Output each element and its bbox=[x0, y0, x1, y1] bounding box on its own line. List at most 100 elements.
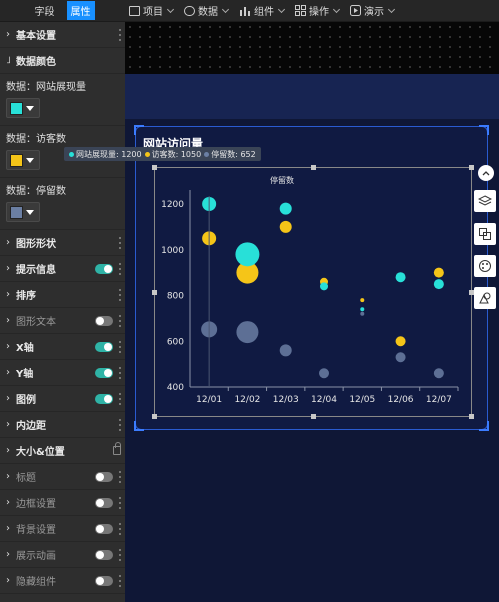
chevron-right-icon: › bbox=[6, 575, 10, 586]
color-picker[interactable] bbox=[6, 202, 40, 222]
resize-handle[interactable] bbox=[311, 414, 316, 419]
toggle-switch[interactable] bbox=[95, 316, 113, 326]
design-canvas[interactable]: 网站访问量 bbox=[125, 22, 499, 602]
drag-handle-icon[interactable] bbox=[118, 575, 121, 587]
color-picker[interactable] bbox=[6, 150, 40, 170]
toggle-switch[interactable] bbox=[95, 472, 113, 482]
toggle-switch[interactable] bbox=[95, 550, 113, 560]
layers-icon[interactable] bbox=[474, 190, 496, 212]
drag-handle-icon[interactable] bbox=[118, 263, 121, 275]
resize-handle[interactable] bbox=[469, 414, 474, 419]
resize-handle[interactable] bbox=[152, 290, 157, 295]
tooltip-item: 访客数: 1050 bbox=[144, 149, 201, 160]
drag-handle-icon[interactable] bbox=[118, 341, 121, 353]
property-row[interactable]: › 隐藏组件 bbox=[0, 568, 125, 594]
property-row[interactable]: › 展示动画 bbox=[0, 542, 125, 568]
property-row[interactable]: › 图例 bbox=[0, 386, 125, 412]
drag-handle-icon[interactable] bbox=[118, 393, 121, 405]
toolbar-item-components[interactable]: 组件 bbox=[239, 3, 286, 18]
toolbar-label: 数据 bbox=[198, 7, 218, 18]
top-toolbar: 项目 数据 组件 操作 演示 bbox=[125, 0, 499, 22]
caret-down-icon bbox=[26, 157, 34, 163]
chart-widget[interactable]: 网站访问量 bbox=[134, 125, 489, 431]
tooltip-item: 网站展现量: 1200 bbox=[69, 149, 142, 160]
selection-box[interactable] bbox=[152, 165, 474, 419]
toolbar-item-operations[interactable]: 操作 bbox=[295, 3, 341, 18]
panel-tabs: 字段 属性 bbox=[0, 0, 125, 22]
palette-icon[interactable] bbox=[474, 255, 496, 277]
property-row[interactable]: › 边框设置 bbox=[0, 490, 125, 516]
property-label: 图形形状 bbox=[16, 239, 56, 250]
shapes-icon[interactable] bbox=[474, 287, 496, 309]
resize-handle[interactable] bbox=[311, 165, 316, 170]
chevron-right-icon: › bbox=[6, 263, 10, 274]
canvas-header-band bbox=[125, 74, 499, 119]
property-row[interactable]: › 图形形状 bbox=[0, 230, 125, 256]
toggle-switch[interactable] bbox=[95, 264, 113, 274]
toolbar-item-present[interactable]: 演示 bbox=[350, 3, 396, 18]
widget-corner bbox=[134, 421, 144, 431]
drag-handle-icon[interactable] bbox=[118, 237, 121, 249]
toolbar-item-project[interactable]: 项目 bbox=[129, 3, 175, 18]
resize-handle[interactable] bbox=[152, 414, 157, 419]
toggle-switch[interactable] bbox=[95, 498, 113, 508]
property-label: X轴 bbox=[16, 343, 34, 354]
drag-handle-icon[interactable] bbox=[118, 367, 121, 379]
section-basic-settings[interactable]: › 基本设置 bbox=[0, 22, 125, 48]
tooltip-text: 停留数: 652 bbox=[211, 149, 256, 159]
color-setting-label: 数据：访客数 bbox=[6, 134, 66, 145]
property-row[interactable]: › 排序 bbox=[0, 282, 125, 308]
property-label: Y轴 bbox=[16, 369, 34, 380]
property-label: 提示信息 bbox=[16, 265, 56, 276]
chevron-right-icon: › bbox=[6, 315, 10, 326]
toggle-switch[interactable] bbox=[95, 576, 113, 586]
chevron-right-icon: › bbox=[6, 237, 10, 248]
property-row[interactable]: › X轴 bbox=[0, 334, 125, 360]
property-list: › 图形形状 › 提示信息 › 排序 › 图形文本 › X轴 › Y轴 › 图例 › 内边距 › 大小&位置 › 标题… bbox=[0, 230, 125, 594]
widget-corner bbox=[134, 125, 144, 135]
property-row[interactable]: › 大小&位置 bbox=[0, 438, 125, 464]
toggle-switch[interactable] bbox=[95, 524, 113, 534]
property-row[interactable]: › 图形文本 bbox=[0, 308, 125, 334]
drag-handle-icon[interactable] bbox=[118, 419, 121, 431]
grid-icon bbox=[295, 5, 306, 16]
drag-handle-icon[interactable] bbox=[118, 289, 121, 301]
up-icon[interactable] bbox=[478, 165, 494, 181]
property-label: 隐藏组件 bbox=[16, 577, 56, 588]
color-swatch bbox=[10, 205, 23, 219]
property-label: 图形文本 bbox=[16, 317, 56, 328]
property-row[interactable]: › 背景设置 bbox=[0, 516, 125, 542]
drag-handle-icon[interactable] bbox=[118, 523, 121, 535]
color-setting-pageviews: 数据：网站展现量 bbox=[0, 74, 125, 126]
color-swatch bbox=[10, 101, 23, 115]
legend-item-stays: 停留数 bbox=[270, 176, 294, 185]
toolbar-item-data[interactable]: 数据 bbox=[184, 3, 230, 18]
resize-handle[interactable] bbox=[152, 165, 157, 170]
chart-tooltip: 网站展现量: 1200 访客数: 1050 停留数: 652 bbox=[64, 147, 261, 161]
chevron-right-icon: › bbox=[6, 523, 10, 534]
drag-handle-icon[interactable] bbox=[118, 549, 121, 561]
window-icon bbox=[129, 5, 140, 16]
tab-fields[interactable]: 字段 bbox=[31, 1, 59, 20]
legend-dot-icon bbox=[204, 151, 210, 157]
lock-icon bbox=[113, 442, 121, 455]
widget-corner bbox=[479, 421, 489, 431]
section-data-colors[interactable]: ˩ 数据颜色 bbox=[0, 48, 125, 74]
property-row[interactable]: › 内边距 bbox=[0, 412, 125, 438]
property-row[interactable]: › 标题 bbox=[0, 464, 125, 490]
chevron-down-icon bbox=[166, 5, 175, 13]
drag-handle-icon[interactable] bbox=[118, 471, 121, 483]
tab-properties[interactable]: 属性 bbox=[66, 1, 95, 20]
property-row[interactable]: › Y轴 bbox=[0, 360, 125, 386]
toggle-switch[interactable] bbox=[95, 368, 113, 378]
resize-icon[interactable] bbox=[474, 223, 496, 245]
resize-handle[interactable] bbox=[469, 165, 474, 170]
chevron-down-icon bbox=[277, 5, 286, 13]
toggle-switch[interactable] bbox=[95, 342, 113, 352]
toggle-switch[interactable] bbox=[95, 394, 113, 404]
drag-handle-icon[interactable] bbox=[118, 315, 121, 327]
drag-handle-icon[interactable] bbox=[118, 497, 121, 509]
color-picker[interactable] bbox=[6, 98, 40, 118]
drag-handle-icon[interactable] bbox=[118, 29, 121, 41]
property-row[interactable]: › 提示信息 bbox=[0, 256, 125, 282]
